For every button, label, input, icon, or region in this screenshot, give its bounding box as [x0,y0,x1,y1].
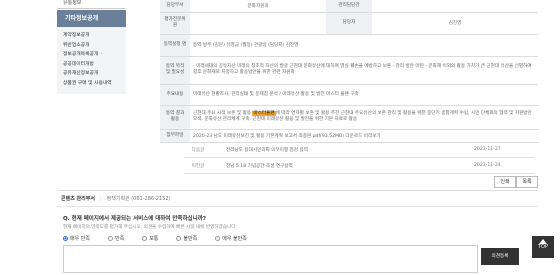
list-button[interactable]: 목록 [516,176,538,188]
sidebar-item-property[interactable]: 공유재산정보공개 [63,69,126,79]
sidebar-item-active[interactable]: 기타정보공개 [57,10,126,27]
value-purpose: - 미래세대의 공유자산 미래의 창조적 자산의 발굴 근현대 문화유산에 대하… [190,56,538,85]
sidebar-top-label[interactable]: 유통정보 [57,0,126,9]
sidebar: 유통정보 기타정보공개 계약정보공개 위반업소공개 정보공개목록공개 › 공공데이… [57,0,126,94]
search-highlight: 마스터플랜 [252,111,276,116]
radio-selected-icon[interactable] [63,236,68,241]
value-person: 김진영 [372,12,538,35]
opinion-textarea[interactable] [63,245,478,273]
value-manager [372,0,538,13]
table-row: 동역실정 명 동역 방주 (김문) 유영금 (월장) 관광일 (담당자) 김진영 [160,34,538,57]
value-staff: 동역 방주 (김문) 유영금 (월장) 관광일 (담당자) 김진영 [190,34,538,57]
submit-opinion-button[interactable]: 의견등록 [481,248,519,265]
rating-neutral[interactable]: 보통 [142,235,158,242]
table-row: 동역 목적 및 필요성 - 미래세대의 공유자산 미래의 창조적 자산의 발굴 … [160,56,538,85]
content-manager-dept: 정책기획관 (061-286-2152) [106,196,171,202]
table-row: 담당부서 문화지원과 관리담당관 [160,0,538,13]
radio-icon[interactable] [142,236,148,241]
radio-icon[interactable] [108,236,113,241]
label-department: 담당부서 [160,0,190,13]
attachment-link[interactable]: 2020-23 남도 미래유산보전 및 활용 기본계획 보고서 최종본.pdf(… [190,129,538,143]
label-evaluator: 평가전문위원 [160,12,190,35]
sidebar-item-voucher[interactable]: 상품권 구매 및 사용내역 [63,79,126,89]
content-manager-label: 콘텐츠 관리부서 [61,196,95,202]
rating-satisfied[interactable]: 만족 [108,235,124,242]
satisfaction-survey: 콘텐츠 관리부서 | 정책기획관 (061-286-2152) Q. 현재 페이지에… [57,190,538,275]
prev-post-title[interactable]: 전남 5.18 기념공간 조성 연구용역 [212,163,474,169]
detail-table: 담당부서 문화지원과 관리담당관 평가전문위원 담당자 김진영 동역실정 명 동… [160,0,538,143]
prev-post-date: 2023-11-24 [474,163,501,168]
label-person: 담당자 [326,12,372,35]
label-purpose: 동역 목적 및 필요성 [160,56,190,85]
value-content: 미래유산 현황조사, 관리실태 및 문제점 분석 / 미래유산 활용 및 발전 … [190,84,538,106]
survey-question: Q. 현재 페이지에서 제공되는 서비스에 대하여 만족하십니까? [63,216,206,222]
chevron-right-icon: › [100,52,103,57]
rating-options: 매우 만족 만족 보통 불만족 매우 불만족 [63,235,265,242]
scroll-top-button[interactable]: TOP [532,236,554,258]
prev-next-list: 다음글 전라남도 용대시민의회 의무이행 점검 용역 2023-11-27 이전… [184,142,534,174]
value-department: 문화지원과 [190,0,326,13]
rating-very-dissatisfied[interactable]: 매우 불만족 [215,235,247,242]
sidebar-item-info-list[interactable]: 정보공개목록공개 › [63,50,126,60]
next-post-title[interactable]: 전라남도 용대시민의회 의무이행 점검 용역 [212,147,474,153]
label-result: 동역 결과 활용 [160,105,190,130]
radio-icon[interactable] [215,236,221,241]
divider: | [99,196,102,202]
label-attachment: 첨부파일 [160,129,190,143]
radio-icon[interactable] [176,236,182,241]
content-manager: 콘텐츠 관리부서 | 정책기획관 (061-286-2152) [57,191,538,207]
rating-dissatisfied[interactable]: 불만족 [176,235,197,242]
next-post-date: 2023-11-27 [474,147,501,152]
label-staff: 동역실정 명 [160,34,190,57]
table-row: 주요내용 미래유산 현황조사, 관리실태 및 문제점 분석 / 미래유산 활용 … [160,84,538,106]
sidebar-submenu: 계약정보공개 위반업소공개 정보공개목록공개 › 공공데이터개방 공유재산정보공개… [57,27,126,94]
sidebar-item-opendata[interactable]: 공공데이터개방 [63,60,126,70]
print-button[interactable]: 인쇄 [494,176,516,188]
prev-post-label: 이전글 [191,163,205,169]
value-evaluator [190,12,326,35]
next-post-row[interactable]: 다음글 전라남도 용대시민의회 의무이행 점검 용역 2023-11-27 [184,142,534,158]
sidebar-item-contract[interactable]: 계약정보공개 [63,31,126,41]
table-row: 평가전문위원 담당자 김진영 [160,12,538,35]
next-post-label: 다음글 [191,147,205,153]
value-result: 근현대 주요 사적 보존 및 활용 마스터플랜에 따라 연차별 보존 및 활용 … [190,105,538,130]
label-manager: 관리담당관 [326,0,372,13]
sidebar-item-violation[interactable]: 위반업소공개 [63,41,126,51]
table-row: 동역 결과 활용 근현대 주요 사적 보존 및 활용 마스터플랜에 따라 연차별… [160,105,538,130]
survey-subtext: 현재 페이지의 만족도를 평가해 주십시오. 의견을 수렴하여 빠른 시일 내에… [63,225,237,230]
table-row: 첨부파일 2020-23 남도 미래유산보전 및 활용 기본계획 보고서 최종본… [160,129,538,143]
prev-post-row[interactable]: 이전글 전남 5.18 기념공간 조성 연구용역 2023-11-24 [184,158,534,174]
rating-very-satisfied[interactable]: 매우 만족 [63,235,90,242]
label-content: 주요내용 [160,84,190,106]
